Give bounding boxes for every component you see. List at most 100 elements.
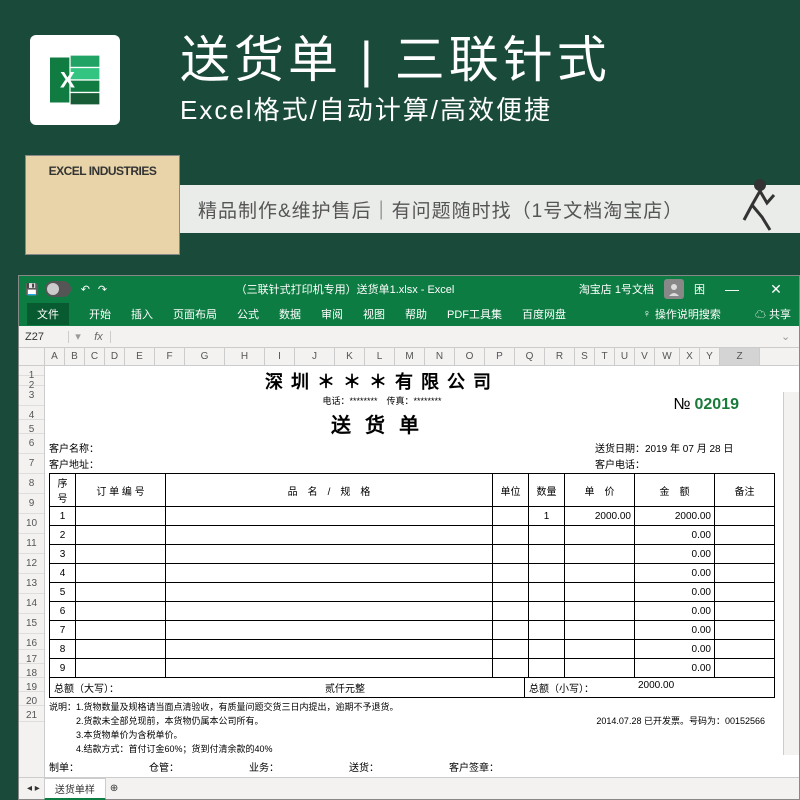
fx-label[interactable]: fx: [87, 331, 111, 343]
col-F[interactable]: F: [155, 348, 185, 365]
col-T[interactable]: T: [595, 348, 615, 365]
horizontal-scrollbar[interactable]: [219, 783, 783, 799]
col-H[interactable]: H: [225, 348, 265, 365]
col-Q[interactable]: Q: [515, 348, 545, 365]
col-G[interactable]: G: [185, 348, 225, 365]
tab-pdf[interactable]: PDF工具集: [447, 306, 502, 322]
row-9[interactable]: 9: [19, 494, 44, 514]
table-row: 80.00: [50, 640, 775, 659]
tab-formula[interactable]: 公式: [237, 306, 259, 322]
table-row: 50.00: [50, 583, 775, 602]
svg-text:X: X: [60, 68, 75, 93]
customer-tel: 客户电话：: [595, 456, 795, 471]
col-R[interactable]: R: [545, 348, 575, 365]
table-row: 60.00: [50, 602, 775, 621]
building-graphic: EXCEL INDUSTRIES: [25, 155, 180, 255]
sheet-tab-1[interactable]: 送货单样: [44, 778, 106, 800]
invoice-info: 2014.07.28 已开发票。号码为：00152566: [596, 714, 765, 728]
share-button[interactable]: ☁ 共享: [755, 306, 791, 322]
runner-figure: [732, 175, 782, 235]
expand-icon[interactable]: ⌄: [781, 330, 799, 343]
tab-view[interactable]: 视图: [363, 306, 385, 322]
table-header-row: 序号 订 单 编 号 品 名 / 规 格 单位 数量 单 价 金 额 备注: [50, 474, 775, 507]
col-N[interactable]: N: [425, 348, 455, 365]
tell-me[interactable]: ♀操作说明搜索: [643, 306, 721, 322]
row-16[interactable]: 16: [19, 634, 44, 650]
notes: 说明：1.货物数量及规格请当面点清验收，有质量问题交货三日内提出，逾期不予退货。…: [49, 700, 795, 756]
col-W[interactable]: W: [655, 348, 680, 365]
select-all[interactable]: [19, 348, 45, 365]
row-7[interactable]: 7: [19, 454, 44, 474]
table-row: 30.00: [50, 545, 775, 564]
col-Y[interactable]: Y: [700, 348, 720, 365]
table-row: 40.00: [50, 564, 775, 583]
row-12[interactable]: 12: [19, 554, 44, 574]
avatar[interactable]: [664, 279, 684, 299]
autosave-toggle[interactable]: [45, 281, 71, 297]
col-I[interactable]: I: [265, 348, 295, 365]
col-A[interactable]: A: [45, 348, 65, 365]
col-L[interactable]: L: [365, 348, 395, 365]
signature-row: 制单： 仓管： 业务： 送货： 客户签章：: [49, 759, 795, 774]
undo-icon[interactable]: ↶: [81, 283, 90, 296]
bulb-icon: ♀: [643, 308, 651, 320]
row-20[interactable]: 20: [19, 692, 44, 706]
col-X[interactable]: X: [680, 348, 700, 365]
dropdown-icon[interactable]: ▾: [69, 330, 87, 343]
col-V[interactable]: V: [635, 348, 655, 365]
tab-insert[interactable]: 插入: [131, 306, 153, 322]
tab-layout[interactable]: 页面布局: [173, 306, 217, 322]
tab-baidu[interactable]: 百度网盘: [522, 306, 566, 322]
save-icon[interactable]: 💾: [25, 283, 39, 296]
col-K[interactable]: K: [335, 348, 365, 365]
row-21[interactable]: 21: [19, 706, 44, 722]
tab-home[interactable]: 开始: [89, 306, 111, 322]
shop-name: 淘宝店 1号文档: [579, 281, 654, 297]
customer-name-label: 客户名称：: [49, 440, 595, 455]
table-row: 112000.002000.00: [50, 507, 775, 526]
minimize-button[interactable]: —: [715, 281, 749, 297]
total-row: 总额（大写）： 贰仟元整 总额（小写）： 2000.00: [49, 678, 775, 698]
row-19[interactable]: 19: [19, 678, 44, 692]
excel-window: 💾 ↶ ↷ （三联针式打印机专用）送货单1.xlsx - Excel 淘宝店 1…: [18, 275, 800, 800]
row-14[interactable]: 14: [19, 594, 44, 614]
col-Z[interactable]: Z: [720, 348, 760, 365]
col-P[interactable]: P: [485, 348, 515, 365]
tab-help[interactable]: 帮助: [405, 306, 427, 322]
row-15[interactable]: 15: [19, 614, 44, 634]
vertical-scrollbar[interactable]: [783, 392, 799, 755]
row-10[interactable]: 10: [19, 514, 44, 534]
file-tab[interactable]: 文件: [27, 303, 69, 325]
building-label: EXCEL INDUSTRIES: [49, 164, 157, 178]
col-M[interactable]: M: [395, 348, 425, 365]
col-D[interactable]: D: [105, 348, 125, 365]
window-title: （三联针式打印机专用）送货单1.xlsx - Excel: [111, 281, 579, 297]
col-O[interactable]: O: [455, 348, 485, 365]
sheet-nav[interactable]: ◂ ▸: [27, 783, 40, 794]
col-S[interactable]: S: [575, 348, 595, 365]
tab-data[interactable]: 数据: [279, 306, 301, 322]
row-18[interactable]: 18: [19, 664, 44, 678]
ribbon-collapse-icon[interactable]: 困: [694, 281, 705, 297]
formula-bar: Z27 ▾ fx ⌄: [19, 326, 799, 348]
row-11[interactable]: 11: [19, 534, 44, 554]
col-U[interactable]: U: [615, 348, 635, 365]
doc-number: № 02019: [673, 396, 739, 414]
row-17[interactable]: 17: [19, 650, 44, 664]
add-sheet-icon[interactable]: ⊕: [110, 783, 118, 794]
close-button[interactable]: ✕: [759, 281, 793, 298]
tab-review[interactable]: 审阅: [321, 306, 343, 322]
col-J[interactable]: J: [295, 348, 335, 365]
redo-icon[interactable]: ↷: [98, 283, 107, 296]
banner-title: 送货单 | 三联针式: [180, 20, 611, 92]
col-C[interactable]: C: [85, 348, 105, 365]
excel-logo: X: [30, 35, 120, 125]
spreadsheet-grid[interactable]: A B C D E F G H I J K L M N O P Q R S T …: [19, 348, 799, 777]
row-8[interactable]: 8: [19, 474, 44, 494]
name-box[interactable]: Z27: [19, 331, 69, 343]
row-13[interactable]: 13: [19, 574, 44, 594]
col-E[interactable]: E: [125, 348, 155, 365]
col-B[interactable]: B: [65, 348, 85, 365]
table-row: 20.00: [50, 526, 775, 545]
document-area[interactable]: 深圳＊＊＊有限公司 电话：******** 传真：******** 送货单 № …: [45, 366, 799, 777]
